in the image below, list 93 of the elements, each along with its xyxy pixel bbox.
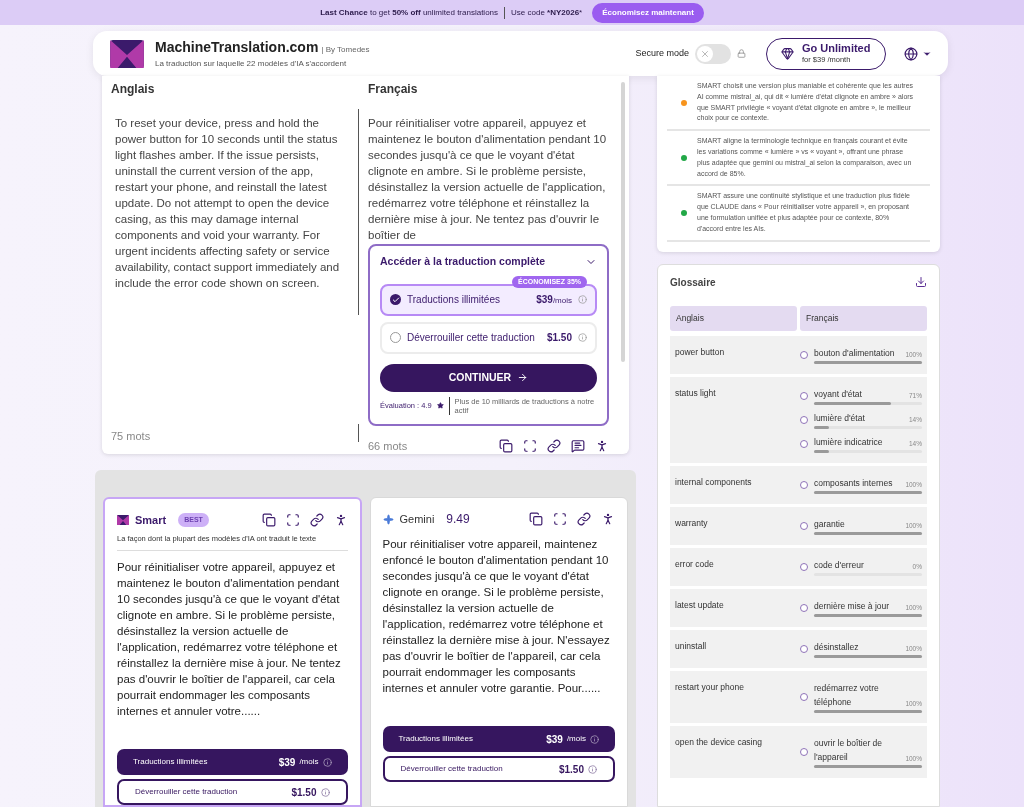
target-term: lumière indicatrice (814, 435, 884, 449)
link-icon[interactable] (577, 512, 591, 526)
copy-icon[interactable] (499, 438, 513, 453)
source-term: warranty (675, 516, 709, 530)
target-term: code d'erreur (814, 558, 865, 572)
source-term: latest update (675, 598, 725, 612)
plan-button[interactable]: Déverrouiller cette traduction $1.50 (382, 756, 615, 782)
glossary-title: Glossaire (670, 275, 717, 290)
plan-price: $1.50 (546, 331, 572, 346)
sparkle-icon (382, 513, 394, 525)
radio-icon[interactable] (800, 747, 808, 756)
plan-option[interactable]: Traductions illimitées $39/mois (380, 283, 597, 316)
column-header: Anglais (670, 305, 797, 331)
info-icon[interactable] (578, 333, 587, 343)
plan-button[interactable]: Déverrouiller cette traduction $1.50 (117, 779, 348, 805)
lock-icon (737, 49, 746, 58)
source-term: status light (675, 386, 717, 400)
expand-icon[interactable] (523, 438, 537, 453)
source-term: open the device casing (675, 735, 763, 749)
brand-name[interactable]: MachineTranslation.com (155, 37, 319, 58)
plan-price: $39/mois (536, 293, 572, 308)
target-term: dernière mise à jour (814, 599, 891, 613)
source-term: internal components (675, 475, 753, 489)
expand-icon[interactable] (285, 513, 300, 527)
target-term: lumière d'état (814, 411, 866, 425)
source-language: Anglais (111, 81, 156, 98)
info-icon[interactable] (320, 787, 330, 797)
save-now-button[interactable]: Économisez maintenant (592, 2, 704, 23)
model-name: Gemini (399, 511, 435, 527)
target-term: voyant d'état (814, 387, 863, 401)
column-header: Français (800, 305, 927, 331)
radio-icon[interactable] (800, 521, 808, 530)
word-count: 75 mots (111, 429, 152, 444)
radio-icon[interactable] (800, 415, 808, 424)
radio-icon[interactable] (800, 692, 808, 701)
logo-icon (117, 515, 129, 525)
secure-mode-label: Secure mode (635, 46, 689, 60)
link-icon[interactable] (547, 438, 561, 453)
comment-icon[interactable] (571, 438, 585, 453)
translation-text: Pour réinitialiser votre appareil, appuyez et maintenez le bouton d'alimentation pendant 10 secondes jusqu'à ce que le voyant d'état clignote en ambre. Si le problème persiste, désinstallez la version actuelle de l'application, redémarrez votre téléphone et réinstallez la dernière mise à jour. Ne tentez pas d'ouvrir le boîtier de l'appareil, car cela pourrait endommager les composants internes et annuler votre...... (117, 560, 342, 720)
secure-mode-toggle[interactable] (695, 43, 731, 64)
copy-icon[interactable] (529, 512, 543, 526)
radio-icon[interactable] (800, 562, 808, 571)
brand-by: | By Tomedes (321, 44, 370, 56)
promo-text: Last Chance to get 50% off unlimited translations (320, 6, 499, 19)
source-term: power button (675, 345, 726, 359)
target-text: Pour réinitialiser votre appareil, appuyez et maintenez le bouton d'alimentation pendant 10 secondes jusqu'à ce que le voyant d'état clignote en ambre. Si le problème persiste, désinstallez la version actuelle de l'application, redémarrez votre téléphone et réinstallez la dernière mise à jour. Ne tentez pas d'ouvrir le boîtier de (368, 116, 608, 243)
continue-button[interactable]: CONTINUER (380, 363, 597, 392)
plan-label: Déverrouiller cette traduction (407, 331, 536, 346)
tagline: La traduction sur laquelle 22 modèles d'IA s'accordent (155, 58, 348, 70)
plan-button[interactable]: Traductions illimitées $39 /mois (117, 749, 348, 775)
plan-button[interactable]: Traductions illimitées $39 /mois (382, 726, 615, 752)
radio-icon[interactable] (800, 350, 808, 359)
target-term: bouton d'alimentation (814, 346, 896, 360)
copy-icon[interactable] (261, 513, 276, 527)
radio-icon[interactable] (800, 439, 808, 448)
person-icon[interactable] (595, 438, 609, 453)
promo-code: Use code *NY2026* (511, 6, 583, 19)
radio-icon[interactable] (800, 644, 808, 653)
plan-option[interactable]: Déverrouiller cette traduction $1.50 (380, 321, 597, 354)
target-term: garantie (814, 517, 846, 531)
download-icon[interactable] (915, 276, 927, 289)
radio-icon[interactable] (800, 391, 808, 400)
arrow-right-icon (517, 372, 529, 384)
paywall-title: Accéder à la traduction complète (380, 254, 547, 269)
target-term: ouvrir le boîtier de l'appareil (814, 736, 884, 764)
source-term: restart your phone (675, 680, 745, 694)
radio-icon[interactable] (800, 603, 808, 612)
x-icon (700, 48, 710, 59)
star-icon (436, 402, 444, 410)
target-term: redémarrez votre téléphone (814, 681, 880, 709)
source-term: error code (675, 557, 715, 571)
scrollbar[interactable] (621, 82, 625, 362)
translation-text: Pour réinitialiser votre appareil, maintenez enfoncé le bouton d'alimentation pendant 10 secondes jusqu'à ce que le voyant d'état clignote en orange. Si le problème persiste, désinstallez la version actuelle de l'application, redémarrez votre téléphone et réinstallez la dernière mise à jour. N'essayez pas d'ouvrir le boîtier de l'appareil, car cela pourrait endommager les composants internes et annuler votre garantie. Pour...... (382, 537, 611, 696)
source-term: uninstall (675, 639, 708, 653)
radio-icon (390, 332, 401, 344)
radio-icon[interactable] (800, 480, 808, 489)
target-term: composants internes (814, 476, 894, 490)
logo-icon (109, 39, 145, 68)
person-icon[interactable] (601, 512, 615, 526)
target-language: Français (368, 81, 419, 98)
expand-icon[interactable] (553, 512, 567, 526)
radio-checked-icon (390, 294, 401, 306)
model-score: 9.49 (446, 511, 470, 528)
target-term: désinstallez (814, 640, 860, 654)
source-text[interactable]: To reset your device, press and hold the power button for 10 seconds until the status light flashes amber. If the issue persists, uninstall the current version of the app, restart your phone, and reinstall the latest update. Do not attempt to open the device casing, as this may damage internal components and void your warranty. For urgent incidents affecting safety or service availability, contact support immediately and include the error code shown on screen. (111, 115, 350, 428)
link-icon[interactable] (309, 513, 324, 527)
info-icon[interactable] (588, 764, 597, 774)
word-count: 66 mots (368, 438, 409, 454)
diamond-icon (781, 47, 794, 60)
language-globe-icon[interactable] (904, 46, 918, 61)
plan-label: Traductions illimitées (407, 293, 501, 308)
model-name: Smart (135, 512, 167, 528)
